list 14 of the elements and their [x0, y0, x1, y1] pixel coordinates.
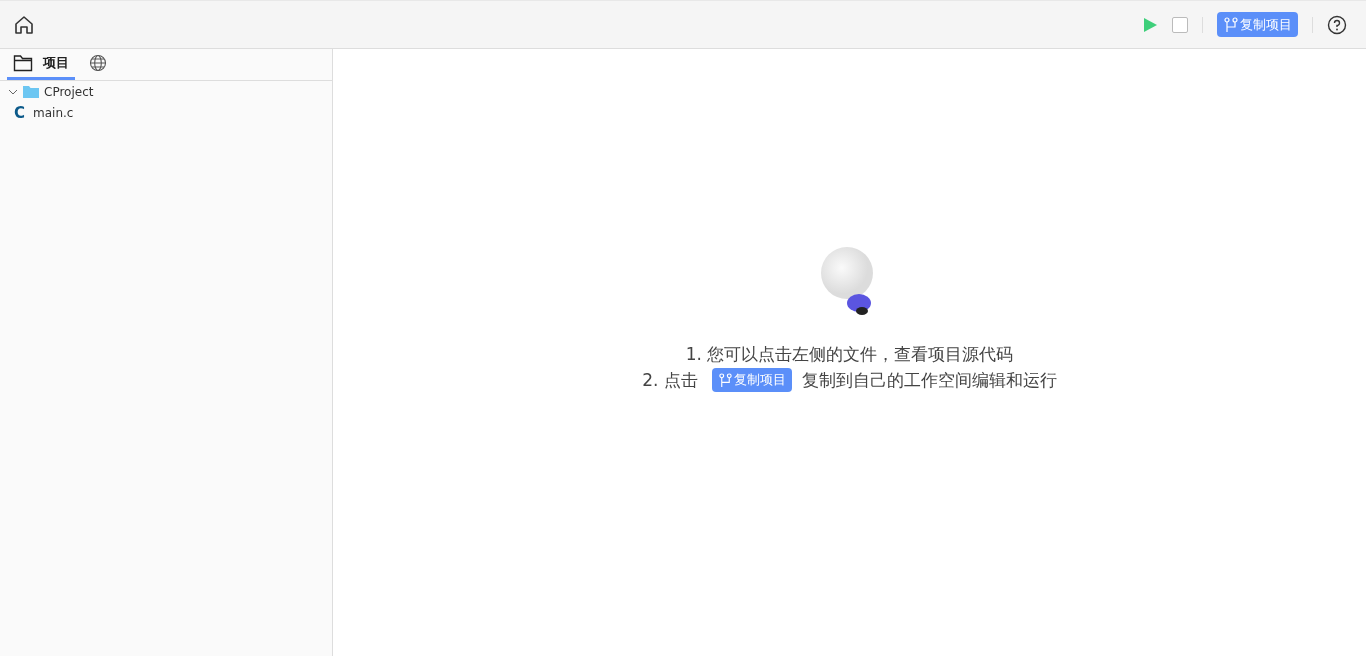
c-file-icon: C — [14, 103, 28, 122]
file-item[interactable]: C main.c — [0, 102, 332, 123]
home-icon[interactable] — [13, 13, 35, 36]
hint-text: 2. 点击 — [642, 368, 698, 392]
branch-icon — [1223, 16, 1239, 33]
hint-text: 1. 您可以点击左侧的文件，查看项目源代码 — [685, 343, 1014, 366]
folder-item[interactable]: CProject — [0, 81, 332, 102]
globe-icon — [89, 54, 107, 72]
branch-icon — [717, 372, 733, 388]
help-icon[interactable] — [1327, 14, 1347, 35]
hint-text: 复制到自己的工作空间编辑和运行 — [801, 368, 1057, 392]
folder-icon — [23, 85, 39, 98]
folder-icon — [13, 54, 33, 72]
project-tab[interactable]: 项目 — [7, 49, 75, 80]
